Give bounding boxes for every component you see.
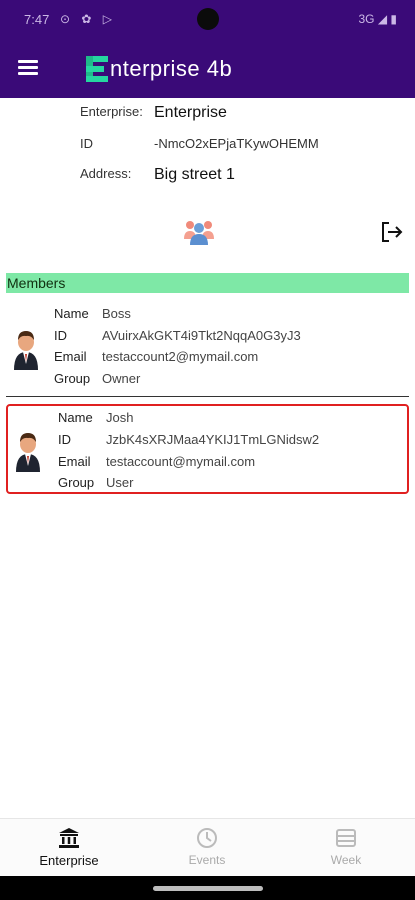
status-bar: 7:47 ⊙ ✿ ▷ 3G ◢ ▮ [0,0,415,40]
member-group-value: User [106,475,134,490]
status-signal-icons: 3G ◢ ▮ [358,12,397,26]
member-name-value: Josh [106,410,134,425]
app-logo-icon [86,56,108,82]
nav-tab-enterprise[interactable]: Enterprise [0,819,138,877]
member-id-value: JzbK4sXRJMaa4YKIJ1TmLGNidsw2 [106,432,320,447]
members-section-title: Members [7,275,66,291]
enterprise-id-label: ID [80,136,93,151]
member-card[interactable]: Name Boss ID AVuirxAkGKT4i9Tkt2NqqA0G3yJ… [6,302,409,390]
people-group-icon[interactable] [183,217,215,247]
status-notification-icons: ⊙ ✿ ▷ [60,12,117,26]
member-group-label: Group [54,371,91,386]
bottom-navigation: Enterprise Events Week [0,818,415,877]
member-id-label: ID [54,328,67,343]
enterprise-name-label: Enterprise: [80,104,143,119]
enterprise-address-value: Big street 1 [154,166,235,183]
nav-tab-enterprise-label: Enterprise [39,853,99,868]
clock-icon [197,828,217,848]
businessman-avatar-icon [16,433,40,472]
member-id-label: ID [58,432,71,447]
member-email-value: testaccount@mymail.com [106,454,256,469]
enterprise-address-label: Address: [80,166,132,181]
enterprise-id-value: -NmcO2xEPjaTKywOHEMM [154,136,319,151]
nav-tab-week-label: Week [330,853,362,867]
member-group-label: Group [58,475,95,490]
businessman-avatar-icon [14,331,38,370]
camera-cutout [197,8,219,30]
hamburger-menu-icon[interactable] [18,60,40,78]
bank-icon [59,828,79,848]
member-id-value: AVuirxAkGKT4i9Tkt2NqqA0G3yJ3 [102,328,301,343]
member-name-label: Name [58,410,93,425]
enterprise-name-value: Enterprise [154,104,227,121]
member-divider [6,396,409,397]
week-icon [336,829,356,847]
member-card-selected[interactable]: Name Josh ID JzbK4sXRJMaa4YKIJ1TmLGNidsw… [6,404,409,494]
member-group-value: Owner [102,371,141,386]
nav-tab-events[interactable]: Events [138,819,276,877]
members-section-header: Members [6,273,409,293]
logout-icon[interactable] [380,220,404,244]
status-time: 7:47 [24,12,50,27]
nav-tab-events-label: Events [188,853,226,867]
member-email-value: testaccount2@mymail.com [102,349,259,364]
app-bar: 7:47 ⊙ ✿ ▷ 3G ◢ ▮ nterprise 4b [0,0,415,98]
member-name-value: Boss [102,306,131,321]
member-email-label: Email [58,454,91,469]
nav-tab-week[interactable]: Week [277,819,415,877]
member-email-label: Email [54,349,87,364]
home-gesture-handle[interactable] [153,886,263,891]
app-title: nterprise 4b [110,56,233,81]
member-name-label: Name [54,306,89,321]
